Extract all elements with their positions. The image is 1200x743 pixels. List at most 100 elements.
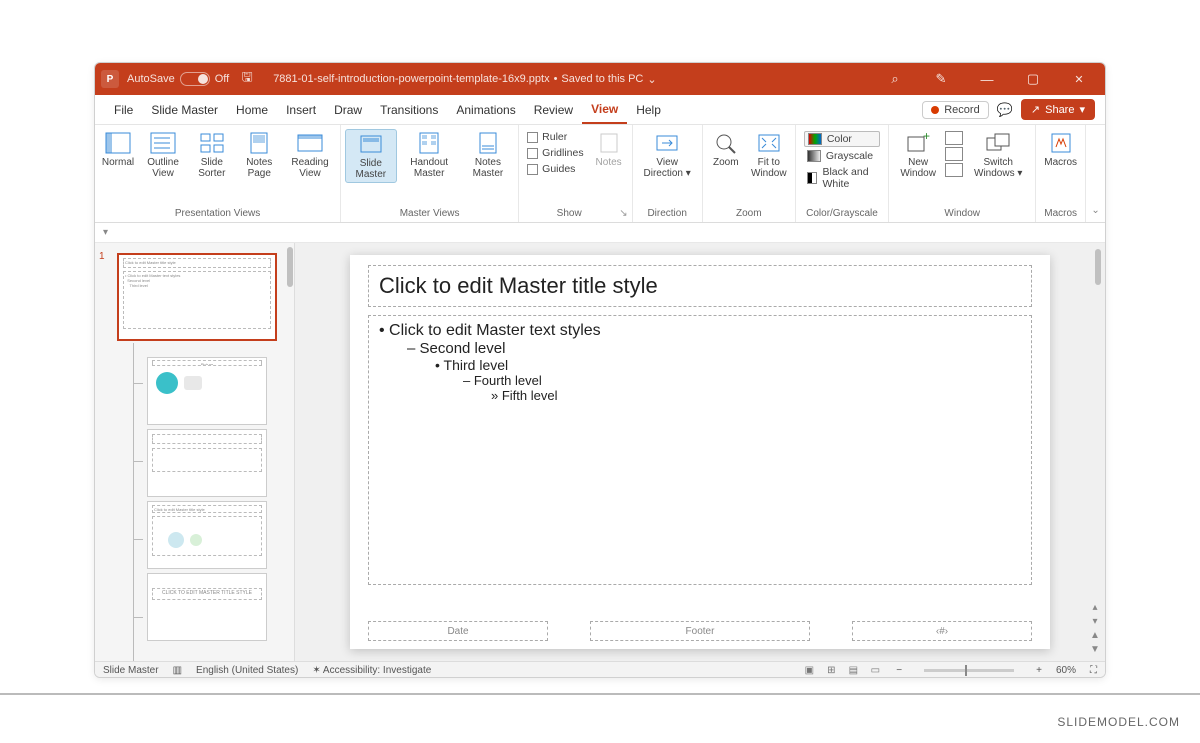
zoom-slider[interactable] xyxy=(924,669,1014,672)
menu-bar: File Slide Master Home Insert Draw Trans… xyxy=(95,95,1105,125)
bw-mode-button[interactable]: Black and White xyxy=(804,165,880,191)
filename-text: 7881-01-self-introduction-powerpoint-tem… xyxy=(273,73,549,85)
bw-swatch-icon xyxy=(807,172,818,184)
checkbox-icon xyxy=(527,148,538,159)
normal-view-icon[interactable]: ▣ xyxy=(802,665,816,676)
group-label: Zoom xyxy=(703,206,795,222)
autosave-toggle[interactable]: AutoSave Off xyxy=(127,72,229,86)
tab-view[interactable]: View xyxy=(582,95,627,124)
switch-windows-button[interactable]: Switch Windows ▾ xyxy=(965,129,1031,181)
outline-view-button[interactable]: Outline View xyxy=(139,129,187,181)
layout-thumbnail[interactable] xyxy=(147,429,267,497)
switch-windows-icon xyxy=(984,131,1012,155)
color-swatch-icon xyxy=(808,133,822,145)
notes-button[interactable]: Notes xyxy=(590,129,628,170)
tab-animations[interactable]: Animations xyxy=(447,95,524,124)
zoom-in-button[interactable]: + xyxy=(1036,665,1042,676)
language-status[interactable]: English (United States) xyxy=(196,665,298,676)
comments-icon[interactable]: 💬 xyxy=(997,102,1013,118)
qat-dropdown-icon[interactable]: ▾ xyxy=(103,227,108,238)
color-mode-button[interactable]: Color xyxy=(804,131,880,147)
collapse-ribbon-icon[interactable]: ⌄ xyxy=(1086,125,1105,222)
master-slide[interactable]: Click to edit Master title style Click t… xyxy=(350,255,1050,649)
zoom-button[interactable]: Zoom xyxy=(707,129,745,170)
body-level-3: Third level xyxy=(435,357,1021,373)
tab-review[interactable]: Review xyxy=(525,95,582,124)
tab-insert[interactable]: Insert xyxy=(277,95,325,124)
slide-number-placeholder[interactable]: ‹#› xyxy=(852,621,1032,641)
normal-view-button[interactable]: Normal xyxy=(99,129,137,170)
footer-placeholder[interactable]: Footer xyxy=(590,621,810,641)
body-placeholder[interactable]: Click to edit Master text styles Second … xyxy=(368,315,1032,585)
arrange-all-icon[interactable] xyxy=(945,131,963,145)
body-level-5: Fifth level xyxy=(491,388,1021,403)
svg-text:+: + xyxy=(923,132,930,143)
split-view-icon[interactable]: ▼ xyxy=(1089,643,1101,655)
slide-canvas-area[interactable]: Click to edit Master title style Click t… xyxy=(295,243,1105,661)
tab-slide-master[interactable]: Slide Master xyxy=(142,95,227,124)
thumbnail-panel[interactable]: 1 Click to edit Master title style • Cli… xyxy=(95,243,295,661)
handout-master-button[interactable]: Handout Master xyxy=(399,129,460,181)
view-direction-button[interactable]: View Direction ▾ xyxy=(637,129,698,181)
slideshow-view-icon[interactable]: ▭ xyxy=(868,665,882,676)
notes-master-button[interactable]: Notes Master xyxy=(462,129,514,181)
normal-view-icon xyxy=(104,131,132,155)
tab-home[interactable]: Home xyxy=(227,95,277,124)
document-title[interactable]: 7881-01-self-introduction-powerpoint-tem… xyxy=(273,73,656,86)
fit-to-window-icon[interactable]: ⛶ xyxy=(1090,665,1097,676)
title-placeholder[interactable]: Click to edit Master title style xyxy=(368,265,1032,307)
group-label: Window xyxy=(889,206,1035,222)
reading-view-icon[interactable]: ▤ xyxy=(846,665,860,676)
record-button[interactable]: Record xyxy=(922,101,988,119)
share-label: Share xyxy=(1045,104,1074,116)
accessibility-status[interactable]: ✶ Accessibility: Investigate xyxy=(312,665,431,676)
macros-button[interactable]: Macros xyxy=(1040,129,1081,170)
outline-view-icon xyxy=(149,131,177,155)
gridlines-checkbox[interactable]: Gridlines xyxy=(527,147,583,159)
reading-view-icon xyxy=(296,131,324,155)
split-view-icon[interactable]: ▲ xyxy=(1089,629,1101,641)
group-label: Color/Grayscale xyxy=(796,206,888,222)
share-button[interactable]: ↗ Share ▾ xyxy=(1021,99,1095,120)
layout-thumbnail[interactable]: Click to edit Master title style xyxy=(147,501,267,569)
group-label: Master Views xyxy=(341,206,518,222)
notes-page-button[interactable]: Notes Page xyxy=(237,129,282,181)
notes-status-icon[interactable]: ▥ xyxy=(173,665,182,676)
layout-thumbnail[interactable]: Picture xyxy=(147,357,267,425)
tab-file[interactable]: File xyxy=(105,95,142,124)
notes-page-icon xyxy=(245,131,273,155)
new-window-button[interactable]: +New Window xyxy=(893,129,943,181)
slide-sorter-button[interactable]: Slide Sorter xyxy=(189,129,234,181)
ribbon: Normal Outline View Slide Sorter Notes P… xyxy=(95,125,1105,223)
tab-draw[interactable]: Draw xyxy=(325,95,371,124)
grayscale-mode-button[interactable]: Grayscale xyxy=(804,149,880,163)
ribbon-group-zoom: Zoom Fit to Window Zoom xyxy=(703,125,796,222)
maximize-icon[interactable]: ▢ xyxy=(1013,67,1053,91)
sorter-view-icon[interactable]: ⊞ xyxy=(824,665,838,676)
ruler-checkbox[interactable]: Ruler xyxy=(527,131,583,143)
layout-thumbnail[interactable]: CLICK TO EDIT MASTER TITLE STYLE xyxy=(147,573,267,641)
close-icon[interactable]: ✕ xyxy=(1059,67,1099,91)
search-icon[interactable]: ⌕ xyxy=(875,67,915,91)
zoom-level[interactable]: 60% xyxy=(1056,665,1076,676)
zoom-out-button[interactable]: − xyxy=(896,665,902,676)
guides-checkbox[interactable]: Guides xyxy=(527,163,583,175)
status-mode[interactable]: Slide Master xyxy=(103,665,159,676)
reading-view-button[interactable]: Reading View xyxy=(284,129,336,181)
scrollbar-thumb[interactable] xyxy=(287,247,293,287)
pen-icon[interactable]: ✎ xyxy=(921,67,961,91)
prev-slide-icon[interactable]: ▴ xyxy=(1089,601,1101,613)
next-slide-icon[interactable]: ▾ xyxy=(1089,615,1101,627)
master-thumbnail[interactable]: Click to edit Master title style • Click… xyxy=(117,253,277,341)
minimize-icon[interactable]: — xyxy=(967,67,1007,91)
ribbon-group-direction: View Direction ▾ Direction xyxy=(633,125,703,222)
fit-to-window-button[interactable]: Fit to Window xyxy=(747,129,791,181)
ribbon-group-show: Ruler Gridlines Guides Notes Show ↘ xyxy=(519,125,632,222)
date-placeholder[interactable]: Date xyxy=(368,621,548,641)
save-icon[interactable]: 🖫 xyxy=(237,67,257,91)
tab-help[interactable]: Help xyxy=(627,95,670,124)
tab-transitions[interactable]: Transitions xyxy=(371,95,447,124)
cascade-icon[interactable] xyxy=(945,147,963,161)
scrollbar-thumb[interactable] xyxy=(1095,249,1101,285)
slide-master-button[interactable]: Slide Master xyxy=(345,129,397,183)
